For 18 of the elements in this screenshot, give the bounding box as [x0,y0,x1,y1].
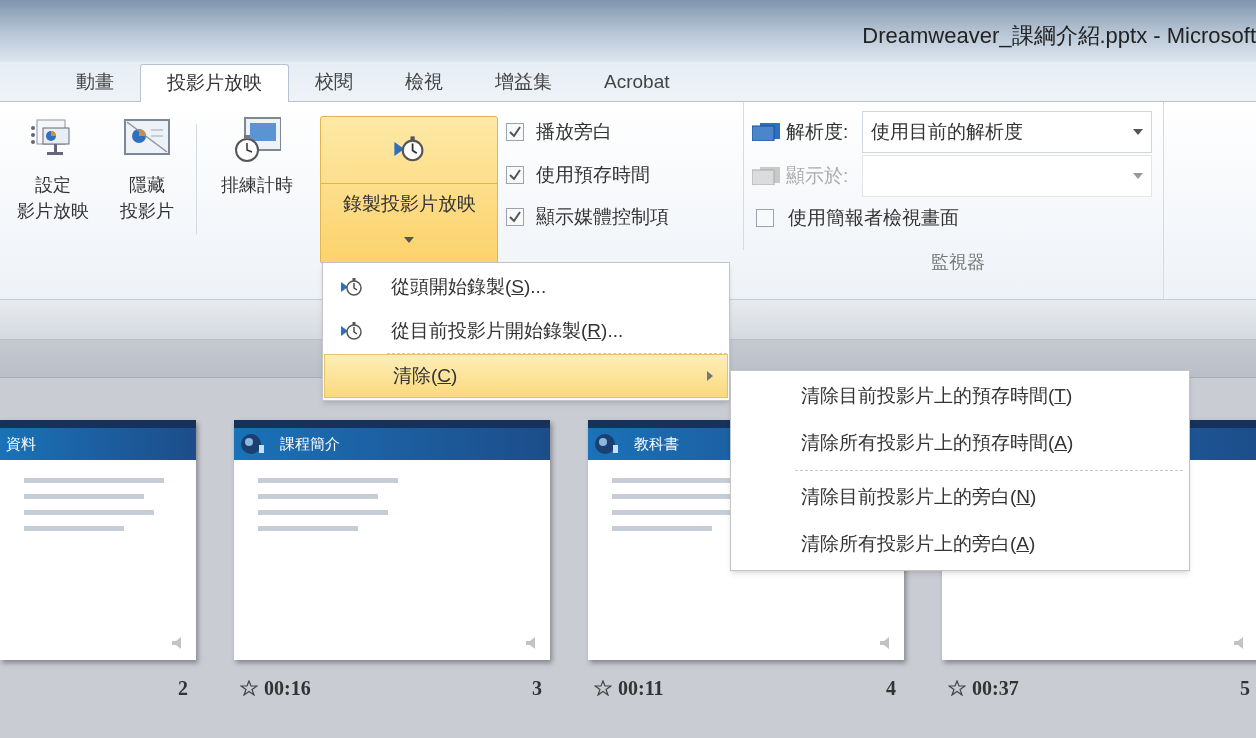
slide-title: 教科書 [634,433,679,454]
slide-title: 資料 [6,433,36,454]
slide-number: 3 [532,676,542,701]
window-title: Dreamweaver_課綱介紹.pptx - Microsoft [862,21,1256,50]
slide-timing: 00:37 [972,676,1019,701]
slide-timing: 00:11 [618,676,664,701]
checkbox-label: 顯示媒體控制項 [536,205,669,229]
slide-number: 2 [178,676,188,701]
group-label: 監視器 [930,250,985,274]
field-label: 顯示於: [786,163,850,188]
checkbox-label: 使用簡報者檢視畫面 [788,206,959,230]
slide-number: 5 [1240,676,1250,701]
slide-timing: 00:16 [264,676,311,701]
slide-title: 課程簡介 [280,433,340,454]
checkbox-label: 使用預存時間 [536,162,650,187]
slide-number: 4 [886,676,896,701]
checkbox-label: 播放旁白 [536,120,612,144]
field-label: 解析度: [786,119,850,144]
